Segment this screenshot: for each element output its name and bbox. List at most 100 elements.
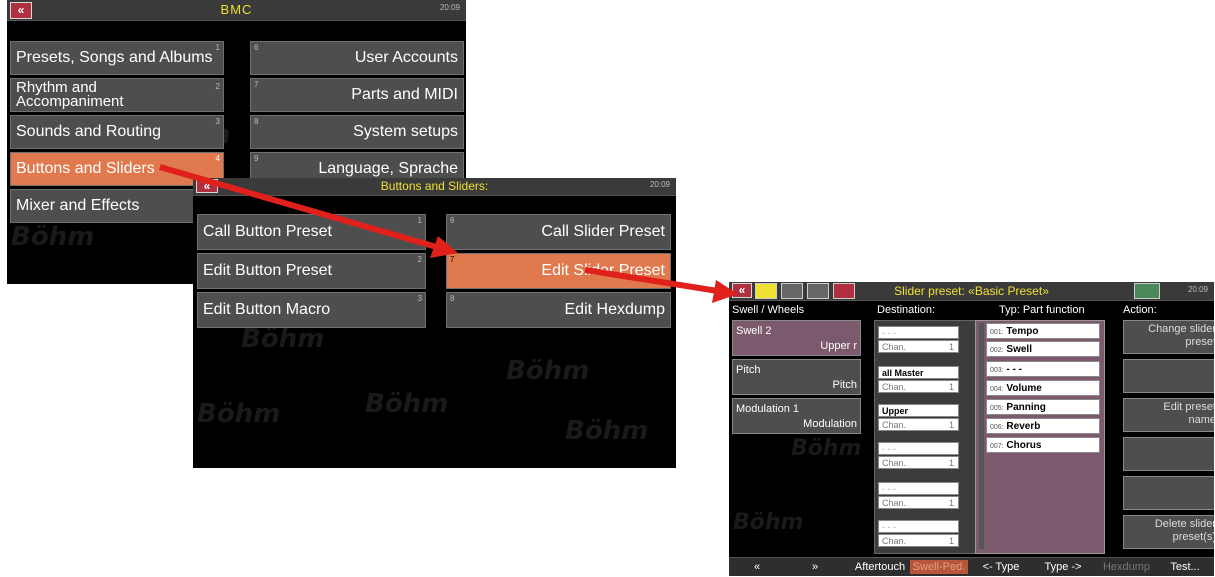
page-up-button[interactable]: «: [737, 560, 777, 574]
action-button-empty-5[interactable]: [1123, 476, 1214, 510]
destination-value: Upper: [878, 404, 959, 417]
menu-item-sounds[interactable]: Sounds and Routing 3: [10, 115, 224, 149]
slider-name: Pitch: [736, 364, 761, 376]
edit-button-preset[interactable]: Edit Button Preset 2: [197, 253, 426, 289]
channel-number: 1: [948, 342, 954, 352]
type-left-button[interactable]: <- Type: [974, 560, 1028, 574]
type-item[interactable]: 001: Tempo: [986, 323, 1100, 339]
destination-value: - - -: [878, 442, 959, 455]
toolbar-icon-3[interactable]: [807, 283, 829, 299]
type-item[interactable]: 002: Swell: [986, 341, 1100, 357]
type-number: 002:: [990, 347, 1004, 354]
menu-item-system-setups[interactable]: 8 System setups: [250, 115, 464, 149]
destination-value: - - -: [878, 520, 959, 533]
type-number: 005:: [990, 405, 1004, 412]
test-button[interactable]: Test...: [1159, 560, 1211, 574]
menu-item-user-accounts[interactable]: 6 User Accounts: [250, 41, 464, 75]
menu-item-presets[interactable]: Presets, Songs and Albums 1: [10, 41, 224, 75]
slider-name: Modulation 1: [736, 403, 799, 415]
menu-label: Buttons and Sliders: [16, 160, 155, 177]
toolbar-icon-right[interactable]: [1134, 283, 1160, 299]
menu-number: 6: [450, 216, 455, 225]
type-right-button[interactable]: Type ->: [1034, 560, 1092, 574]
watermark: Böhm: [565, 416, 649, 446]
type-number: 007:: [990, 443, 1004, 450]
type-number: 003:: [990, 367, 1004, 374]
menu-label: Mixer and Effects: [16, 197, 140, 214]
call-slider-preset[interactable]: 6 Call Slider Preset: [446, 214, 671, 250]
title-bar: « Slider preset: «Basic Preset» 20:09: [729, 282, 1214, 301]
destination-field[interactable]: - - - Chan. 1: [878, 520, 959, 550]
channel-label: Chan.: [882, 458, 907, 468]
slider-item-modulation[interactable]: Modulation 1 Modulation: [732, 398, 861, 434]
back-button[interactable]: «: [732, 283, 752, 298]
aftertouch-button[interactable]: Aftertouch: [851, 560, 909, 574]
type-number: 001:: [990, 329, 1004, 336]
menu-item-buttons-sliders[interactable]: Buttons and Sliders 4: [10, 152, 224, 186]
type-item[interactable]: 003: - - -: [986, 361, 1100, 377]
slider-value: Modulation: [803, 418, 857, 430]
menu-number: 8: [254, 117, 259, 126]
screen-buttons-sliders: « Buttons and Sliders: 20:09 Böhm Böhm B…: [193, 178, 676, 468]
destination-field[interactable]: - - - Chan. 1: [878, 482, 959, 512]
header-type: Typ: Part function: [999, 304, 1085, 316]
menu-number: 3: [417, 294, 422, 303]
page-down-button[interactable]: »: [795, 560, 835, 574]
menu-number: 1: [215, 43, 220, 52]
menu-number: 1: [417, 216, 422, 225]
screen-title: Buttons and Sliders:: [380, 179, 489, 193]
menu-item-mixer[interactable]: Mixer and Effects5: [10, 189, 224, 223]
type-label: Volume: [1006, 383, 1042, 394]
menu-number: 2: [215, 82, 220, 91]
screen-title: BMC: [220, 2, 253, 17]
menu-label: Call Button Preset: [203, 223, 332, 240]
type-item[interactable]: 007: Chorus: [986, 437, 1100, 453]
menu-number: 3: [215, 117, 220, 126]
edit-slider-preset[interactable]: 7 Edit Slider Preset: [446, 253, 671, 289]
menu-number: 4: [215, 154, 220, 163]
slider-item-swell[interactable]: Swell 2 Upper r: [732, 320, 861, 356]
destination-value: all Master: [878, 366, 959, 379]
toolbar-icon-2[interactable]: [781, 283, 803, 299]
watermark: Böhm: [11, 222, 95, 252]
call-button-preset[interactable]: Call Button Preset 1: [197, 214, 426, 250]
slider-value: Upper r: [820, 340, 857, 352]
action-button-empty-4[interactable]: [1123, 437, 1214, 471]
channel-label: Chan.: [882, 420, 907, 430]
channel-number: 1: [948, 420, 954, 430]
edit-hexdump[interactable]: 8 Edit Hexdump: [446, 292, 671, 328]
channel-label: Chan.: [882, 342, 907, 352]
menu-number: 7: [254, 80, 259, 89]
swell-pedal-button[interactable]: Swell-Ped.: [910, 560, 968, 574]
destination-field[interactable]: all Master Chan. 1: [878, 366, 959, 396]
edit-button-macro[interactable]: Edit Button Macro 3: [197, 292, 426, 328]
menu-label: User Accounts: [354, 49, 458, 66]
channel-number: 1: [948, 498, 954, 508]
clock: 20:09: [1187, 285, 1208, 294]
type-label: Swell: [1006, 344, 1032, 355]
type-label: Tempo: [1006, 326, 1039, 337]
menu-label: Edit Button Macro: [203, 301, 331, 318]
action-button-empty-2[interactable]: [1123, 359, 1214, 393]
menu-number: 9: [254, 154, 259, 163]
type-item[interactable]: 004: Volume: [986, 380, 1100, 396]
clock: 20:09: [649, 180, 670, 189]
destination-field[interactable]: - - - Chan. 1: [878, 442, 959, 472]
destination-field[interactable]: - - - Chan. 1: [878, 326, 959, 356]
channel-label: Chan.: [882, 382, 907, 392]
destination-field[interactable]: Upper Chan. 1: [878, 404, 959, 434]
toolbar-icon-1[interactable]: [755, 283, 777, 299]
delete-slider-presets-button[interactable]: Delete slider preset(s): [1123, 515, 1214, 549]
menu-label: Language, Sprache: [318, 160, 458, 177]
type-list-scrollbar[interactable]: [979, 323, 984, 549]
type-item[interactable]: 005: Panning: [986, 399, 1100, 415]
menu-label: Parts and MIDI: [351, 86, 458, 103]
menu-item-rhythm[interactable]: Rhythm and Accompaniment 2: [10, 78, 224, 112]
edit-preset-name-button[interactable]: Edit preset name: [1123, 398, 1214, 432]
channel-number: 1: [948, 458, 954, 468]
slider-item-pitch[interactable]: Pitch Pitch: [732, 359, 861, 395]
menu-item-parts-midi[interactable]: 7 Parts and MIDI: [250, 78, 464, 112]
change-slider-preset-button[interactable]: Change slider preset: [1123, 320, 1214, 354]
hexdump-button[interactable]: Hexdump: [1099, 560, 1154, 574]
type-item[interactable]: 006: Reverb: [986, 418, 1100, 434]
